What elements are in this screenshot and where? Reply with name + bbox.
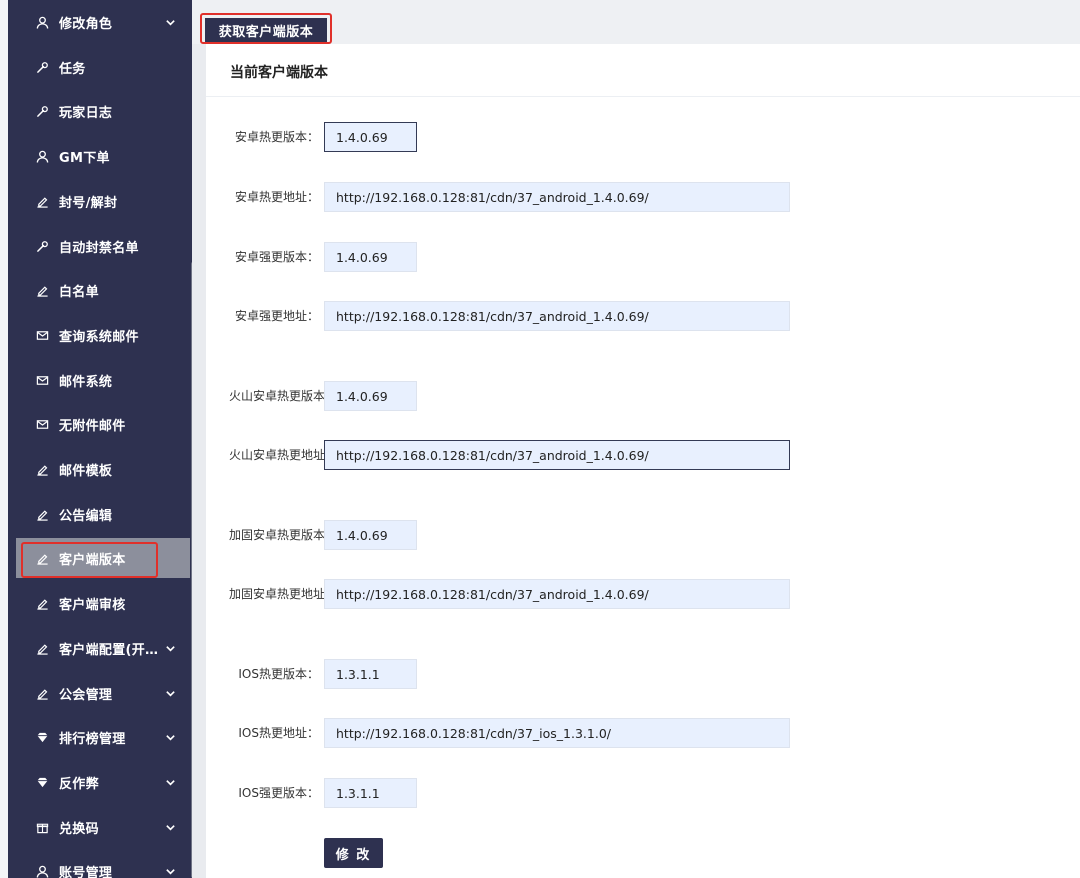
sidebar-item-label: 白名单 bbox=[59, 284, 99, 300]
sidebar-item[interactable]: 客户端配置(开… bbox=[16, 628, 190, 668]
user-icon bbox=[35, 15, 49, 29]
sidebar-item-label: 公告编辑 bbox=[59, 508, 113, 524]
label-volcano-hot-version: 火山安卓热更版本： bbox=[229, 389, 324, 403]
gift-icon bbox=[35, 820, 49, 834]
chevron-down-icon bbox=[164, 776, 176, 788]
edit-icon bbox=[35, 462, 49, 476]
sidebar-item-label: 封号/解封 bbox=[59, 195, 118, 211]
sidebar-item[interactable]: 账号管理 bbox=[16, 851, 190, 878]
edit-icon bbox=[35, 194, 49, 208]
label-android-hot-url: 安卓热更地址： bbox=[234, 190, 319, 204]
chevron-down-icon bbox=[164, 16, 176, 28]
sidebar-item-label: 邮件系统 bbox=[59, 374, 113, 390]
sidebar-item-label: 客户端审核 bbox=[59, 597, 126, 613]
window-edge bbox=[0, 0, 8, 878]
sidebar-item-label: 兑换码 bbox=[59, 821, 99, 837]
sidebar-item[interactable]: 排行榜管理 bbox=[16, 717, 190, 757]
fetch-client-version-button[interactable]: 获取客户端版本 bbox=[205, 18, 327, 42]
label-ios-force-version: IOS强更版本： bbox=[238, 786, 319, 800]
label-hardened-hot-url: 加固安卓热更地址： bbox=[229, 587, 324, 601]
ios-force-version-input[interactable] bbox=[324, 778, 417, 808]
mail-icon bbox=[35, 373, 49, 387]
edit-icon bbox=[35, 686, 49, 700]
diamond-icon bbox=[35, 730, 49, 744]
android-hot-url-input[interactable] bbox=[324, 182, 790, 212]
user-icon bbox=[35, 864, 49, 878]
mail-icon bbox=[35, 417, 49, 431]
sidebar-item-label: 邮件模板 bbox=[59, 463, 113, 479]
android-hot-version-input[interactable] bbox=[324, 122, 417, 152]
sidebar-item-label: 自动封禁名单 bbox=[59, 240, 139, 256]
sidebar-item[interactable]: 客户端版本 bbox=[16, 538, 190, 578]
hardened-hot-url-input[interactable] bbox=[324, 579, 790, 609]
sidebar-item-label: 公会管理 bbox=[59, 687, 113, 703]
sidebar-item-label: 玩家日志 bbox=[59, 105, 113, 121]
sidebar-item[interactable]: 自动封禁名单 bbox=[16, 226, 190, 266]
sidebar-item[interactable]: 兑换码 bbox=[16, 807, 190, 847]
wrench-icon bbox=[35, 239, 49, 253]
sidebar-item-label: GM下单 bbox=[59, 150, 110, 166]
sidebar-item-label: 客户端版本 bbox=[59, 552, 126, 568]
label-volcano-hot-url: 火山安卓热更地址： bbox=[229, 448, 324, 462]
edit-icon bbox=[35, 551, 49, 565]
sidebar-scrollbar[interactable] bbox=[191, 262, 192, 878]
sidebar-item-label: 无附件邮件 bbox=[59, 418, 126, 434]
sidebar-item[interactable]: GM下单 bbox=[16, 136, 190, 176]
chevron-down-icon bbox=[164, 687, 176, 699]
wrench-icon bbox=[35, 104, 49, 118]
sidebar-item-label: 排行榜管理 bbox=[59, 731, 126, 747]
chevron-down-icon bbox=[164, 865, 176, 877]
volcano-hot-version-input[interactable] bbox=[324, 381, 417, 411]
diamond-icon bbox=[35, 775, 49, 789]
panel-title: 当前客户端版本 bbox=[230, 65, 328, 81]
sidebar-item[interactable]: 封号/解封 bbox=[16, 181, 190, 221]
chevron-down-icon bbox=[164, 731, 176, 743]
sidebar-item-label: 任务 bbox=[59, 61, 86, 77]
edit-icon bbox=[35, 596, 49, 610]
edit-icon bbox=[35, 283, 49, 297]
volcano-hot-url-input[interactable] bbox=[324, 440, 790, 470]
chevron-down-icon bbox=[164, 642, 176, 654]
sidebar-item[interactable]: 反作弊 bbox=[16, 762, 190, 802]
submit-button[interactable]: 修 改 bbox=[324, 838, 383, 868]
sidebar-item-label: 反作弊 bbox=[59, 776, 99, 792]
ios-hot-url-input[interactable] bbox=[324, 718, 790, 748]
sidebar-item[interactable]: 修改角色 bbox=[16, 2, 190, 42]
ios-hot-version-input[interactable] bbox=[324, 659, 417, 689]
sidebar-item-label: 查询系统邮件 bbox=[59, 329, 139, 345]
chevron-down-icon bbox=[164, 821, 176, 833]
user-icon bbox=[35, 149, 49, 163]
sidebar-item[interactable]: 无附件邮件 bbox=[16, 404, 190, 444]
edit-icon bbox=[35, 507, 49, 521]
android-force-version-input[interactable] bbox=[324, 242, 417, 272]
sidebar-item[interactable]: 玩家日志 bbox=[16, 91, 190, 131]
edit-icon bbox=[35, 641, 49, 655]
label-android-force-version: 安卓强更版本： bbox=[234, 250, 319, 264]
sidebar-item[interactable]: 任务 bbox=[16, 47, 190, 87]
sidebar-item-label: 账号管理 bbox=[59, 865, 113, 878]
sidebar-item[interactable]: 公告编辑 bbox=[16, 494, 190, 534]
label-android-force-url: 安卓强更地址： bbox=[234, 309, 319, 323]
label-android-hot-version: 安卓热更版本： bbox=[234, 130, 319, 144]
label-ios-hot-url: IOS热更地址： bbox=[238, 726, 319, 740]
sidebar-item[interactable]: 查询系统邮件 bbox=[16, 315, 190, 355]
sidebar-item[interactable]: 白名单 bbox=[16, 270, 190, 310]
sidebar-item[interactable]: 邮件系统 bbox=[16, 360, 190, 400]
android-force-url-input[interactable] bbox=[324, 301, 790, 331]
wrench-icon bbox=[35, 60, 49, 74]
hardened-hot-version-input[interactable] bbox=[324, 520, 417, 550]
sidebar-item[interactable]: 客户端审核 bbox=[16, 583, 190, 623]
label-hardened-hot-version: 加固安卓热更版本： bbox=[229, 528, 324, 542]
label-ios-hot-version: IOS热更版本： bbox=[238, 667, 319, 681]
panel-divider bbox=[206, 96, 1080, 97]
mail-icon bbox=[35, 328, 49, 342]
sidebar-item[interactable]: 邮件模板 bbox=[16, 449, 190, 489]
sidebar-item[interactable]: 公会管理 bbox=[16, 673, 190, 713]
sidebar-item-label: 客户端配置(开… bbox=[59, 642, 159, 658]
sidebar-item-label: 修改角色 bbox=[59, 16, 113, 32]
sidebar: 修改角色任务玩家日志 GM下单封号/解封自动封禁名单 白名单查询系统邮件 邮件系统无附… bbox=[8, 0, 192, 878]
